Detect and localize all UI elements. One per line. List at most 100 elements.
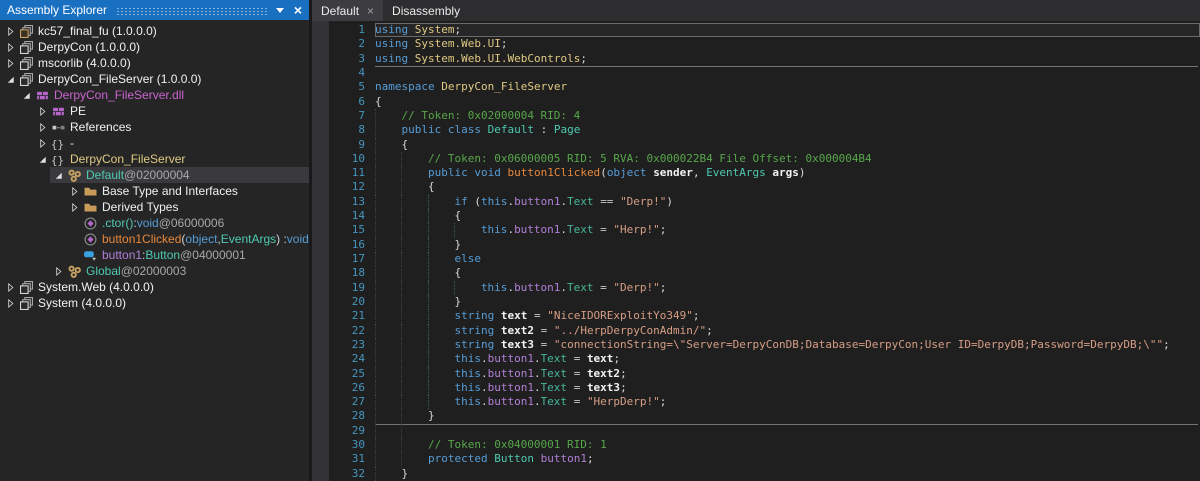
code-line[interactable]: 6{ — [329, 95, 1200, 109]
tab-close-icon[interactable]: × — [367, 5, 374, 17]
indent-guide — [401, 195, 427, 209]
code-line[interactable]: 31protected Button button1; — [329, 452, 1200, 466]
code-line[interactable]: 32} — [329, 467, 1200, 481]
tree-item[interactable]: {}- — [0, 135, 309, 151]
tree-item[interactable]: PE — [0, 103, 309, 119]
indent-guide — [375, 424, 401, 438]
tree-item[interactable]: References — [0, 119, 309, 135]
code-token: using — [375, 23, 408, 36]
code-line[interactable]: 30// Token: 0x04000001 RID: 1 — [329, 438, 1200, 452]
code-token: this — [454, 381, 481, 394]
code-line[interactable]: 11public void button1Clicked(object send… — [329, 166, 1200, 180]
code-line[interactable]: 29 — [329, 424, 1200, 438]
code-line[interactable]: 23string text3 = "connectionString=\"Ser… — [329, 338, 1200, 352]
code-line[interactable]: 21string text = "NiceIDORExploitYo349"; — [329, 309, 1200, 323]
code-line[interactable]: 20} — [329, 295, 1200, 309]
code-line[interactable]: 13if (this.button1.Text == "Derp!") — [329, 195, 1200, 209]
code-line[interactable]: 19this.button1.Text = "Derp!"; — [329, 281, 1200, 295]
folder-icon — [82, 201, 98, 214]
code-line[interactable]: 27this.button1.Text = "HerpDerp!"; — [329, 395, 1200, 409]
tree-item[interactable]: Global @02000003 — [0, 263, 309, 279]
expander-icon[interactable] — [66, 202, 82, 213]
tab-disassembly[interactable]: Disassembly — [383, 0, 469, 21]
code-token: // Token: 0x06000005 RID: 5 RVA: 0x00002… — [428, 152, 872, 165]
code-token: text — [587, 352, 614, 365]
tree-item-label: DerpyCon_FileServer (1.0.0.0) — [38, 72, 201, 86]
indent-guide — [375, 138, 401, 152]
expander-icon[interactable] — [2, 282, 18, 293]
expander-icon[interactable] — [2, 26, 18, 37]
expander-icon[interactable] — [34, 154, 50, 165]
code-line-content: string text2 = "../HerpDerpyConAdmin/"; — [375, 324, 1200, 338]
code-token: this — [481, 195, 508, 208]
code-line[interactable]: 12{ — [329, 180, 1200, 194]
code-line[interactable]: 4 — [329, 66, 1200, 80]
code-line[interactable]: 14{ — [329, 209, 1200, 223]
code-token: button1 — [514, 195, 560, 208]
code-line[interactable]: 3using System.Web.UI.WebControls; — [329, 52, 1200, 66]
tree-item[interactable]: mscorlib (4.0.0.0) — [0, 55, 309, 71]
breakpoint-margin[interactable] — [312, 21, 329, 481]
tree-item-label: void — [137, 216, 159, 230]
expander-icon[interactable] — [2, 298, 18, 309]
code-line[interactable]: 10// Token: 0x06000005 RID: 5 RVA: 0x000… — [329, 152, 1200, 166]
tab-default[interactable]: Default× — [312, 0, 383, 21]
expander-icon[interactable] — [50, 266, 66, 277]
tree-item[interactable]: Derived Types — [0, 199, 309, 215]
tree-item[interactable]: Base Type and Interfaces — [0, 183, 309, 199]
code-token: text2 — [501, 324, 534, 337]
code-token: button1 — [488, 381, 534, 394]
panel-title: Assembly Explorer — [7, 3, 107, 17]
code-token: . — [481, 395, 488, 408]
tree-item[interactable]: kc57_final_fu (1.0.0.0) — [0, 23, 309, 39]
tree-item-label: Default — [86, 168, 124, 182]
expander-icon[interactable] — [66, 186, 82, 197]
code-line[interactable]: 5namespace DerpyCon_FileServer — [329, 80, 1200, 94]
expander-icon[interactable] — [2, 58, 18, 69]
expander-icon[interactable] — [18, 90, 34, 101]
code-line[interactable]: 2using System.Web.UI; — [329, 37, 1200, 51]
code-line[interactable]: 24this.button1.Text = text; — [329, 352, 1200, 366]
code-line-content: public class Default : Page — [375, 123, 1200, 137]
expander-icon[interactable] — [2, 42, 18, 53]
window-position-dropdown-icon[interactable] — [276, 8, 284, 17]
close-icon[interactable]: × — [294, 3, 302, 17]
expander-icon[interactable] — [50, 170, 66, 181]
code-view[interactable]: 1using System;2using System.Web.UI;3usin… — [329, 21, 1200, 481]
code-line[interactable]: 1using System; — [329, 23, 1200, 37]
line-number: 1 — [329, 23, 375, 37]
code-line[interactable]: 22string text2 = "../HerpDerpyConAdmin/"… — [329, 324, 1200, 338]
code-token: ; — [660, 281, 667, 294]
expander-icon[interactable] — [34, 106, 50, 117]
tree-item[interactable]: .ctor() : void @06000006 — [0, 215, 309, 231]
code-line[interactable]: 18{ — [329, 266, 1200, 280]
expander-icon[interactable] — [2, 74, 18, 85]
tree-item[interactable]: DerpyCon (1.0.0.0) — [0, 39, 309, 55]
expander-icon[interactable] — [34, 138, 50, 149]
code-line[interactable]: 25this.button1.Text = text2; — [329, 367, 1200, 381]
code-line[interactable]: 7// Token: 0x02000004 RID: 4 — [329, 109, 1200, 123]
code-line[interactable]: 26this.button1.Text = text3; — [329, 381, 1200, 395]
tree-item[interactable]: button1 : Button @04000001 — [0, 247, 309, 263]
tree-item[interactable]: Default @02000004 — [0, 167, 309, 183]
indent-guide — [401, 395, 427, 409]
code-line[interactable]: 9{ — [329, 138, 1200, 152]
assembly-explorer-panel: Assembly Explorer × kc57_final_fu (1.0.0… — [0, 0, 309, 481]
expander-icon[interactable] — [34, 122, 50, 133]
code-line[interactable]: 8public class Default : Page — [329, 123, 1200, 137]
tree-item[interactable]: DerpyCon_FileServer.dll — [0, 87, 309, 103]
code-line[interactable]: 15this.button1.Text = "Herp!"; — [329, 223, 1200, 237]
code-line[interactable]: 28} — [329, 409, 1200, 423]
tree-item[interactable]: {}DerpyCon_FileServer — [0, 151, 309, 167]
line-number: 12 — [329, 180, 375, 194]
tree-item[interactable]: DerpyCon_FileServer (1.0.0.0) — [0, 71, 309, 87]
code-line[interactable]: 16} — [329, 238, 1200, 252]
tree-item[interactable]: System (4.0.0.0) — [0, 295, 309, 311]
code-token: using — [375, 52, 408, 65]
code-line[interactable]: 17else — [329, 252, 1200, 266]
tree-indent — [0, 183, 66, 199]
indent-guide — [454, 281, 480, 295]
tree-item[interactable]: button1Clicked(object, EventArgs) : void — [0, 231, 309, 247]
tree-item[interactable]: System.Web (4.0.0.0) — [0, 279, 309, 295]
class-icon — [66, 265, 82, 278]
